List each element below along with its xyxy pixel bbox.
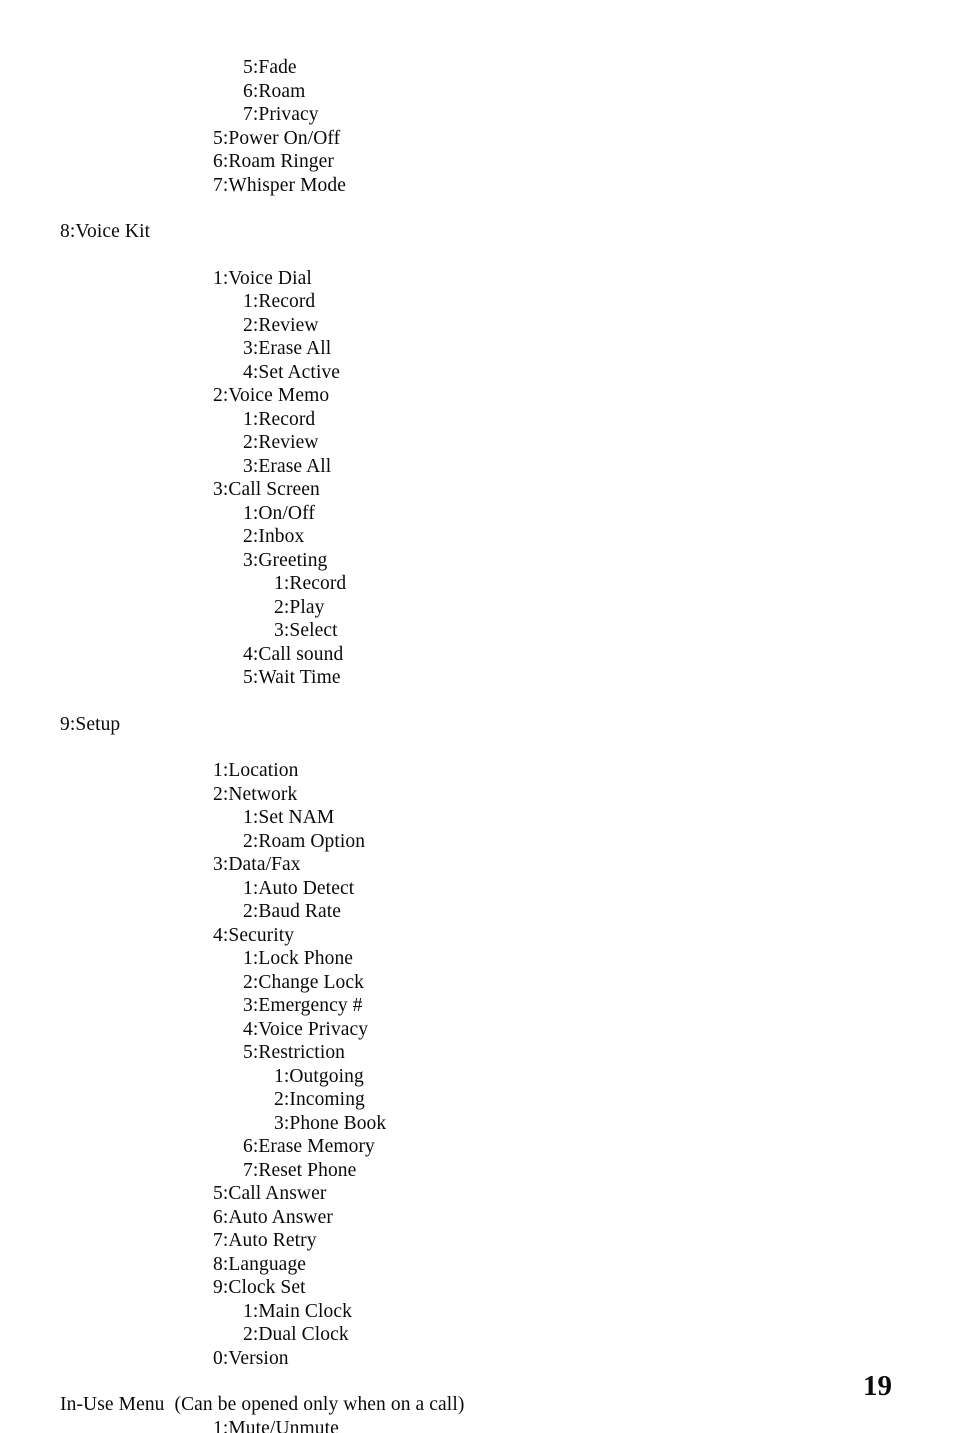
menu-item-level-2: 2:Inbox bbox=[243, 526, 305, 547]
menu-item-level-1: 1:Mute/Unmute bbox=[213, 1417, 339, 1433]
menu-item-level-3: 3:Phone Book bbox=[274, 1112, 387, 1134]
menu-item-level-2: 2:Baud Rate bbox=[243, 901, 342, 922]
menu-item-level-1: 7:Auto Retry bbox=[213, 1230, 317, 1251]
menu-item-level-2: 7:Privacy bbox=[243, 104, 319, 125]
menu-item-level-2: 2:Change Lock bbox=[243, 971, 364, 993]
menu-item-level-2: 1:On/Off bbox=[243, 502, 315, 524]
menu-item-level-2: 3:Emergency # bbox=[243, 995, 363, 1016]
menu-item-level-1: 2:Network bbox=[213, 783, 298, 805]
menu-item-level-1: 8:Language bbox=[213, 1253, 307, 1275]
menu-item-level-1: 5:Call Answer bbox=[213, 1183, 327, 1204]
menu-item-level-2: 2:Dual Clock bbox=[243, 1324, 349, 1345]
menu-item-level-2: 3:Greeting bbox=[243, 549, 328, 571]
menu-tree-outline: 5:Fade 6:Roam 7:Privacy 5:Power On/Off 6:Roa… bbox=[0, 56, 954, 1433]
menu-item-level-2: 1:Auto Detect bbox=[243, 877, 355, 899]
page-number: 19 bbox=[863, 1370, 892, 1402]
menu-item-level-2: 2:Review bbox=[243, 432, 319, 453]
menu-section-heading: 8:Voice Kit bbox=[60, 221, 151, 242]
menu-item-level-2: 3:Erase All bbox=[243, 338, 332, 359]
menu-item-level-3: 2:Incoming bbox=[274, 1089, 365, 1110]
menu-item-level-1: 9:Clock Set bbox=[213, 1277, 306, 1298]
menu-item-level-2: 4:Call sound bbox=[243, 643, 344, 665]
menu-item-level-1: 0:Version bbox=[213, 1347, 289, 1369]
menu-item-level-2: 1:Lock Phone bbox=[243, 948, 354, 969]
menu-item-level-2: 5:Wait Time bbox=[243, 667, 341, 688]
menu-item-level-2: 2:Roam Option bbox=[243, 830, 366, 852]
menu-item-level-2: 5:Fade bbox=[243, 57, 297, 78]
menu-item-level-1: 3:Data/Fax bbox=[213, 854, 301, 875]
menu-item-level-1: 6:Roam Ringer bbox=[213, 151, 334, 172]
menu-item-level-2: 6:Roam bbox=[243, 80, 306, 102]
menu-item-level-1: 4:Security bbox=[213, 924, 295, 946]
menu-item-level-2: 3:Erase All bbox=[243, 455, 332, 477]
menu-item-level-2: 7:Reset Phone bbox=[243, 1159, 357, 1181]
menu-item-level-3: 1:Record bbox=[274, 573, 347, 594]
menu-item-level-1: 6:Auto Answer bbox=[213, 1206, 333, 1228]
menu-item-level-2: 1:Main Clock bbox=[243, 1300, 352, 1322]
menu-item-level-1: 1:Voice Dial bbox=[213, 267, 312, 289]
menu-item-level-2: 4:Voice Privacy bbox=[243, 1018, 369, 1040]
menu-item-level-2: 4:Set Active bbox=[243, 361, 341, 383]
menu-item-level-2: 5:Restriction bbox=[243, 1042, 346, 1063]
menu-item-level-1: 1:Location bbox=[213, 760, 299, 781]
menu-item-level-1: 3:Call Screen bbox=[213, 479, 320, 500]
menu-item-level-2: 1:Record bbox=[243, 291, 316, 312]
document-page: 5:Fade 6:Roam 7:Privacy 5:Power On/Off 6:Roa… bbox=[0, 0, 954, 1433]
menu-item-level-1: 7:Whisper Mode bbox=[213, 174, 346, 196]
menu-item-level-3: 1:Outgoing bbox=[274, 1065, 364, 1087]
menu-section-heading: 9:Setup bbox=[60, 713, 121, 735]
menu-item-level-2: 1:Record bbox=[243, 408, 316, 430]
menu-item-level-3: 3:Select bbox=[274, 620, 338, 641]
menu-item-level-3: 2:Play bbox=[274, 596, 325, 618]
menu-item-level-2: 6:Erase Memory bbox=[243, 1136, 375, 1157]
menu-item-level-2: 1:Set NAM bbox=[243, 807, 335, 828]
menu-item-level-2: 2:Review bbox=[243, 314, 319, 336]
menu-item-level-1: 2:Voice Memo bbox=[213, 385, 330, 406]
menu-item-level-1: 5:Power On/Off bbox=[213, 127, 341, 149]
menu-section-heading: In-Use Menu (Can be opened only when on … bbox=[60, 1394, 465, 1415]
